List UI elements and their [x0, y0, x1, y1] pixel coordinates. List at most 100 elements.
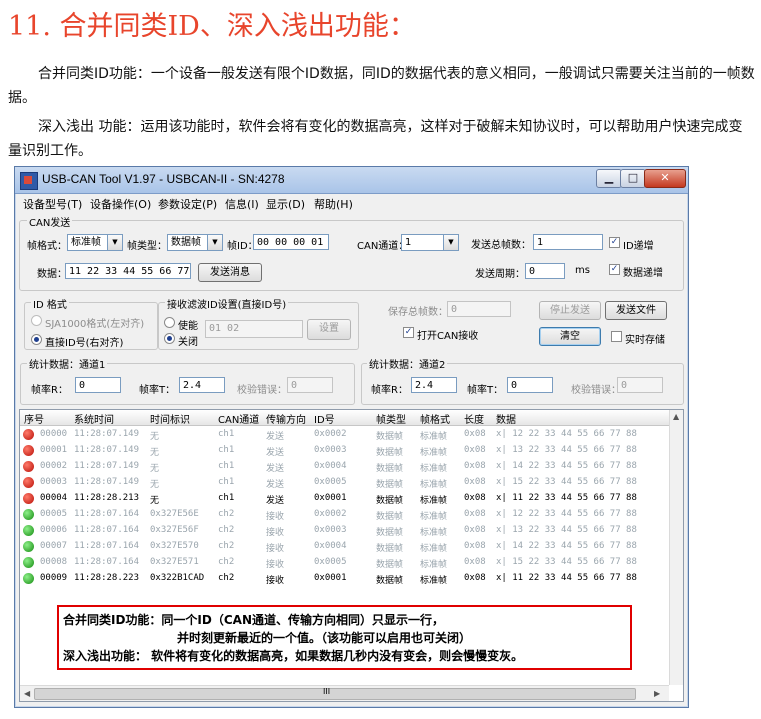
row-index: 00003 [40, 477, 68, 487]
app-window: USB-CAN Tool V1.97 - USBCAN-II - SN:4278… [14, 166, 689, 708]
column-header[interactable]: 序号 [24, 411, 44, 426]
row-time-tag: 无 [150, 432, 160, 442]
menu-help[interactable]: 帮助(H) [314, 196, 353, 212]
column-header[interactable]: CAN通道 [218, 411, 259, 426]
data-input[interactable]: 11 22 33 44 55 66 77 88 [65, 263, 191, 279]
minimize-button[interactable]: ▁ [596, 169, 622, 188]
filter-id-input[interactable]: 01 02 [205, 320, 303, 338]
send-file-button[interactable]: 发送文件 [605, 301, 667, 320]
send-message-button[interactable]: 发送消息 [198, 263, 262, 282]
row-direction: 发送 [266, 432, 285, 442]
list-header: 序号 系统时间 时间标识 CAN通道 传输方向 ID号 帧类型 帧格式 长度 数… [20, 410, 669, 426]
row-length: 0x08 [464, 573, 486, 583]
menu-info[interactable]: 信息(I) [225, 196, 259, 212]
row-length: 0x08 [464, 525, 486, 535]
filter-enable-label: 使能 [178, 321, 198, 332]
table-row[interactable]: 00005 11:28:07.164 0x327E56E ch2 接收 0x0002 数据帧… [20, 507, 669, 523]
open-can-receive-checkbox[interactable]: ✓ [403, 327, 414, 338]
callout-line-fade: 深入浅出功能： 软件将有变化的数据高亮，如果数据几秒内没有变会，则会慢慢变灰。 [63, 649, 524, 663]
scroll-grip-icon: III [323, 687, 331, 696]
app-icon [20, 172, 38, 190]
table-row[interactable]: 00009 11:28:28.223 0x322B1CAD ch2 接收 0x0001 数据… [20, 571, 669, 587]
filter-disable-radio[interactable] [164, 333, 175, 344]
id-increment-checkbox[interactable]: ✓ [609, 237, 620, 248]
table-row[interactable]: 00000 11:28:07.149 无 ch1 发送 0x0002 数据帧 标准帧 0x08 x… [20, 427, 669, 443]
table-row[interactable]: 00004 11:28:28.213 无 ch1 发送 0x0001 数据帧 标准帧 0x08 x… [20, 491, 669, 507]
row-id: 0x0002 [314, 509, 347, 519]
row-time-tag: 无 [150, 448, 160, 458]
table-row[interactable]: 00002 11:28:07.149 无 ch1 发送 0x0004 数据帧 标准帧 0x08 x… [20, 459, 669, 475]
row-time-tag: 无 [150, 480, 160, 490]
scroll-right-icon[interactable]: ▶ [654, 689, 660, 698]
ch1-rx-rate-label: 帧率R： [31, 385, 68, 396]
row-index: 00006 [40, 525, 68, 535]
ch2-rx-rate-label: 帧率R： [371, 385, 408, 396]
table-row[interactable]: 00006 11:28:07.164 0x327E56F ch2 接收 0x0003 数据帧… [20, 523, 669, 539]
row-index: 00000 [40, 429, 68, 439]
table-row[interactable]: 00001 11:28:07.149 无 ch1 发送 0x0003 数据帧 标准帧 0x08 x… [20, 443, 669, 459]
row-data: x| 15 22 33 44 55 66 77 88 [496, 557, 637, 567]
menu-parameter-settings[interactable]: 参数设定(P) [158, 196, 217, 212]
row-system-time: 11:28:07.164 [74, 557, 140, 567]
annotation-callout: 合并同类ID功能：同一个ID（CAN通道、传输方向相同）只显示一行， 并时刻更新… [57, 605, 632, 670]
data-increment-checkbox[interactable]: ✓ [609, 264, 620, 275]
row-id: 0x0005 [314, 557, 347, 567]
filter-enable-radio[interactable] [164, 317, 175, 328]
table-row[interactable]: 00003 11:28:07.149 无 ch1 发送 0x0005 数据帧 标准帧 0x08 x… [20, 475, 669, 491]
table-row[interactable]: 00008 11:28:07.164 0x327E571 ch2 接收 0x0005 数据帧… [20, 555, 669, 571]
send-period-label: 发送周期： [475, 269, 525, 280]
table-row[interactable]: 00007 11:28:07.164 0x327E570 ch2 接收 0x0004 数据帧… [20, 539, 669, 555]
paragraph-fade: 深入浅出 功能：运用该功能时，软件会将有变化的数据高亮，这样对于破解未知协议时，… [8, 119, 743, 159]
scroll-up-icon[interactable]: ▲ [673, 412, 679, 421]
row-data: x| 13 22 33 44 55 66 77 88 [496, 445, 637, 455]
horizontal-scroll-thumb[interactable]: III [34, 687, 636, 700]
ch2-check-error-value: 0 [617, 377, 663, 393]
maximize-button[interactable]: □ [620, 169, 646, 188]
stop-send-button[interactable]: 停止发送 [539, 301, 601, 320]
row-system-time: 11:28:28.213 [74, 493, 140, 503]
column-header[interactable]: 帧类型 [376, 411, 406, 426]
row-frame-format: 标准帧 [420, 464, 448, 474]
sja1000-format-radio[interactable] [31, 315, 42, 326]
status-dot-icon [23, 557, 34, 568]
row-length: 0x08 [464, 557, 486, 567]
menu-display[interactable]: 显示(D) [266, 196, 305, 212]
column-header[interactable]: 帧格式 [420, 411, 450, 426]
ch1-rx-rate-value: 0 [75, 377, 121, 393]
column-header[interactable]: 长度 [464, 411, 484, 426]
direct-id-radio[interactable] [31, 334, 42, 345]
row-can-channel: ch1 [218, 477, 235, 487]
can-channel-select[interactable]: 1 ▼ [401, 234, 459, 251]
row-frame-type: 数据帧 [376, 560, 404, 570]
row-data: x| 11 22 33 44 55 66 77 88 [496, 493, 637, 503]
frame-id-input[interactable]: 00 00 00 01 [253, 234, 329, 250]
frame-format-select[interactable]: 标准帧 ▼ [67, 234, 123, 251]
row-data: x| 14 22 33 44 55 66 77 88 [496, 461, 637, 471]
row-direction: 接收 [266, 544, 285, 554]
column-header[interactable]: 数据 [496, 411, 516, 426]
row-direction: 发送 [266, 480, 285, 490]
horizontal-scrollbar[interactable]: ◀ III ▶ [20, 685, 669, 701]
scroll-left-icon[interactable]: ◀ [24, 689, 30, 698]
data-label: 数据： [37, 269, 67, 280]
vertical-scrollbar[interactable]: ▲ [669, 410, 683, 685]
column-header[interactable]: 时间标识 [150, 411, 190, 426]
column-header[interactable]: 传输方向 [266, 411, 306, 426]
clear-button[interactable]: 清空 [539, 327, 601, 346]
menu-device-operation[interactable]: 设备操作(O) [90, 196, 151, 212]
row-direction: 接收 [266, 560, 285, 570]
send-total-input[interactable]: 1 [533, 234, 603, 250]
frame-type-select[interactable]: 数据帧 ▼ [167, 234, 223, 251]
title-bar[interactable]: USB-CAN Tool V1.97 - USBCAN-II - SN:4278… [15, 167, 688, 194]
column-header[interactable]: ID号 [314, 411, 335, 426]
row-direction: 接收 [266, 512, 285, 522]
chevron-down-icon: ▼ [443, 235, 458, 250]
realtime-save-checkbox[interactable] [611, 331, 622, 342]
send-period-input[interactable]: 0 [525, 263, 565, 279]
row-can-channel: ch2 [218, 541, 235, 551]
close-button[interactable]: ✕ [644, 169, 686, 188]
row-index: 00007 [40, 541, 68, 551]
column-header[interactable]: 系统时间 [74, 411, 114, 426]
filter-set-button[interactable]: 设置 [307, 319, 351, 340]
menu-device-model[interactable]: 设备型号(T) [23, 196, 82, 212]
